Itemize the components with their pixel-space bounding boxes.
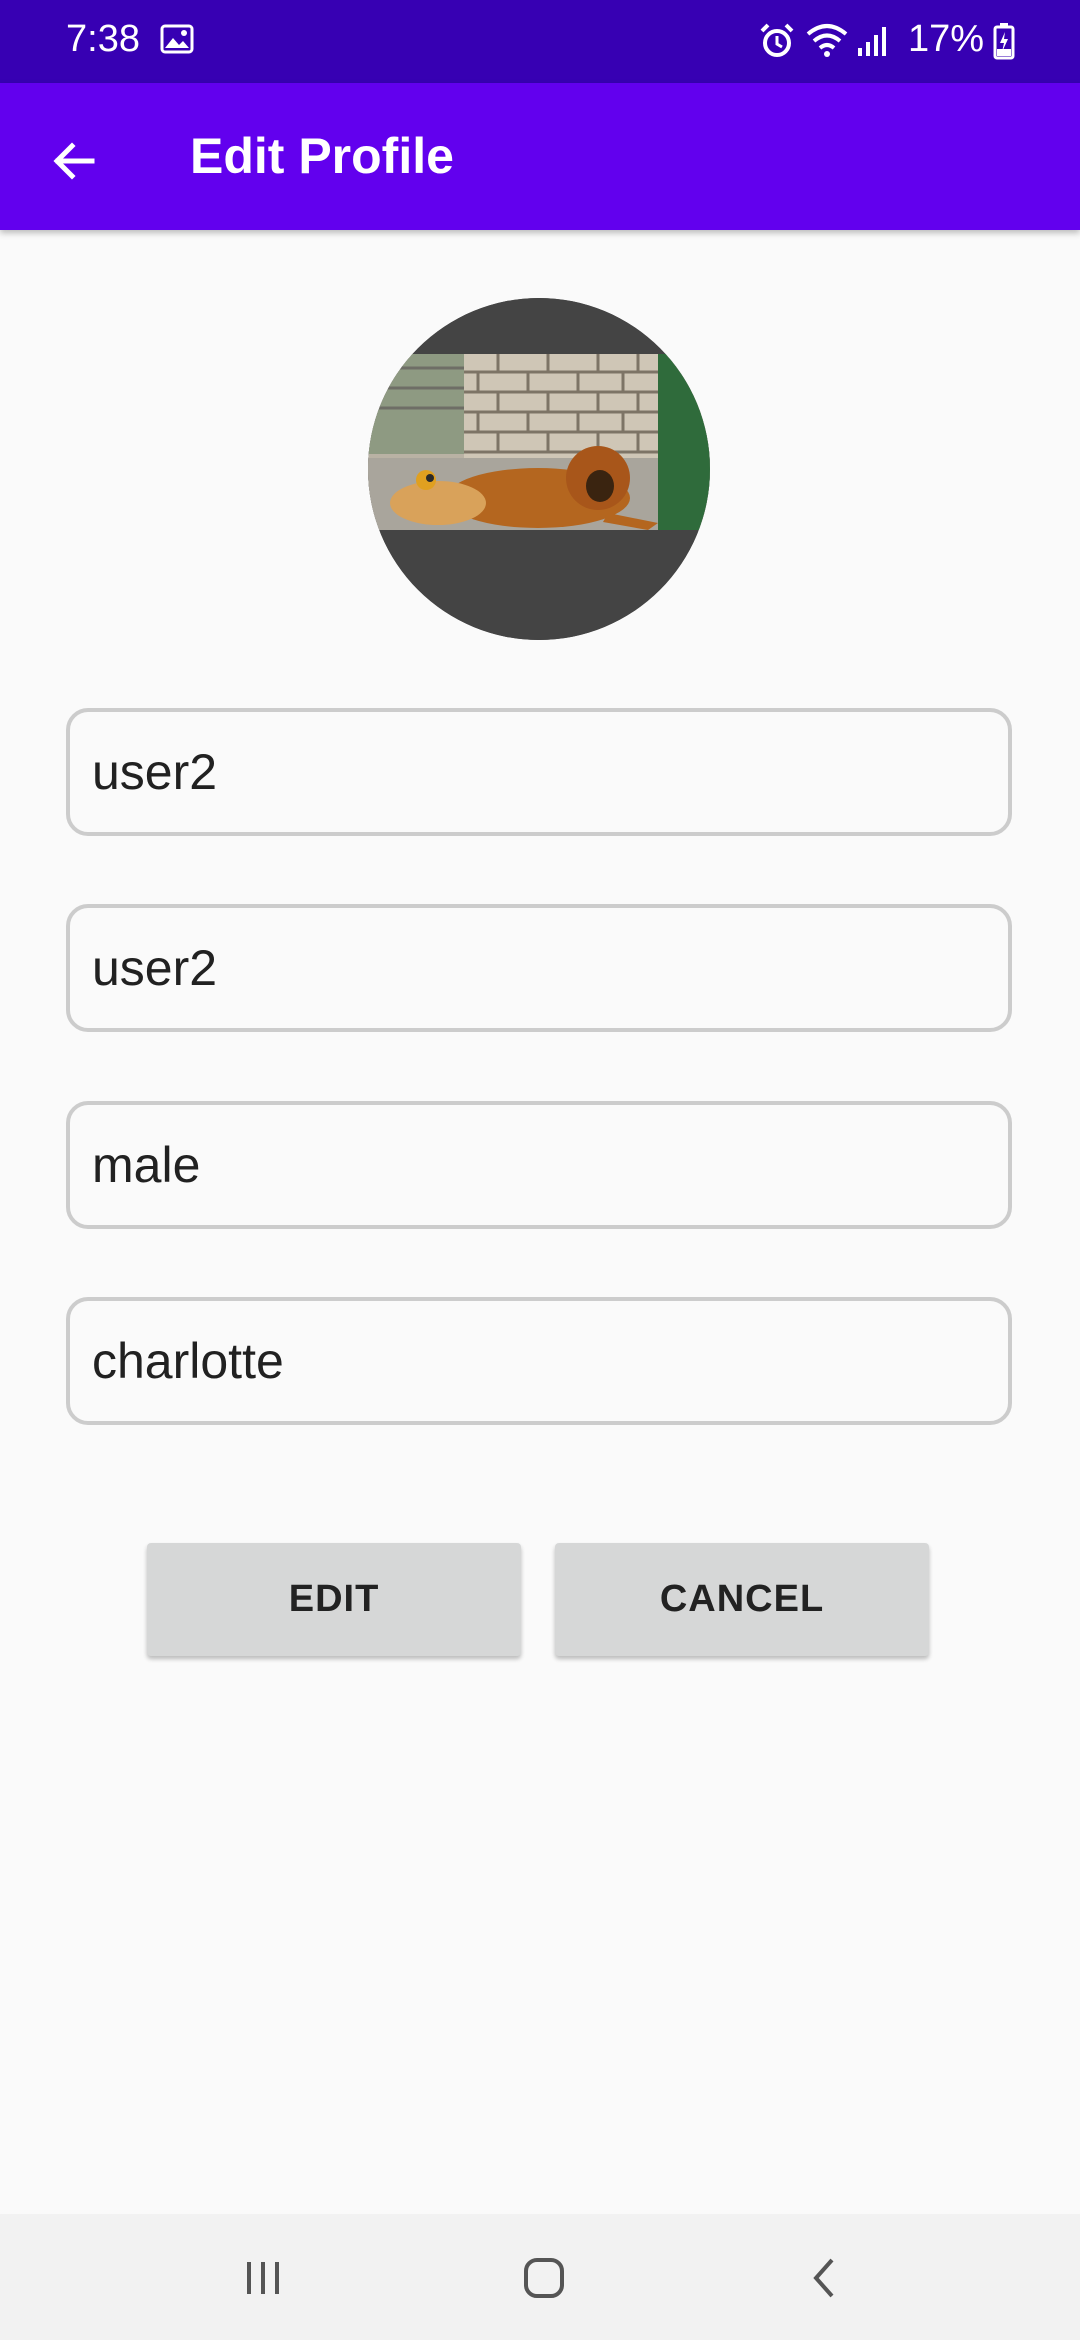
gender-input[interactable] <box>92 1105 992 1225</box>
battery-percentage: 17% <box>908 18 985 60</box>
username-input[interactable] <box>92 712 992 832</box>
nav-back-button[interactable] <box>784 2238 864 2318</box>
status-bar: 7:38 17% <box>0 0 1080 83</box>
status-time: 7:38 <box>66 18 140 60</box>
signal-icon <box>858 27 886 56</box>
recent-apps-button[interactable] <box>223 2238 303 2318</box>
back-button[interactable] <box>36 123 112 199</box>
home-icon <box>524 2258 564 2298</box>
gender-field[interactable] <box>66 1101 1012 1229</box>
system-nav-bar <box>0 2214 1080 2340</box>
alarm-icon <box>760 23 794 57</box>
battery-icon <box>993 23 1015 60</box>
gallery-icon <box>160 24 194 54</box>
home-button[interactable] <box>504 2238 584 2318</box>
back-icon <box>813 2258 834 2298</box>
city-field[interactable] <box>66 1297 1012 1425</box>
dog-photo <box>368 298 710 640</box>
app-bar: Edit Profile <box>0 83 1080 230</box>
name-input[interactable] <box>92 908 992 1028</box>
username-field[interactable] <box>66 708 1012 836</box>
cancel-button[interactable]: CANCEL <box>555 1543 929 1656</box>
arrow-left-icon <box>53 142 95 180</box>
city-input[interactable] <box>92 1301 992 1421</box>
recent-apps-icon <box>247 2262 279 2294</box>
page-title: Edit Profile <box>190 128 454 184</box>
edit-button[interactable]: EDIT <box>147 1543 521 1656</box>
name-field[interactable] <box>66 904 1012 1032</box>
wifi-icon <box>806 24 848 57</box>
profile-avatar[interactable] <box>368 298 710 640</box>
